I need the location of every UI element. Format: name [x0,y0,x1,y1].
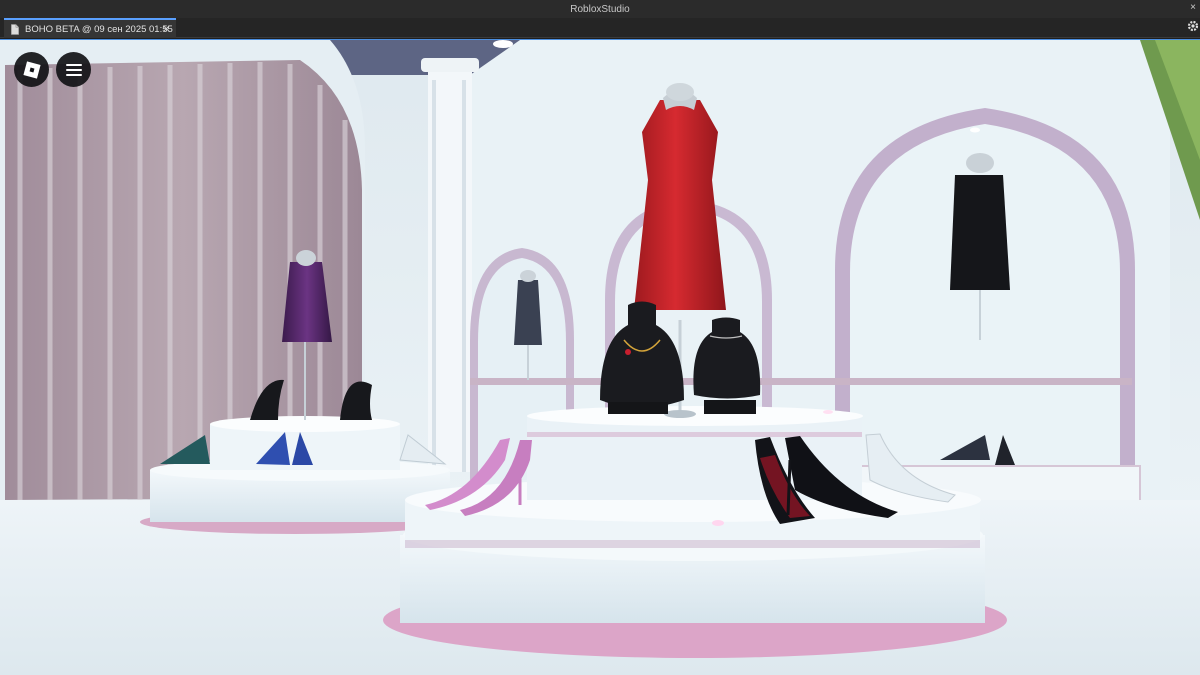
roblox-logo-icon [22,60,41,79]
tab-bar: BOHO BETA @ 09 сен 2025 01:55 × [0,18,1200,38]
tab-place-file[interactable]: BOHO BETA @ 09 сен 2025 01:55 × [4,18,176,38]
hamburger-icon [65,63,82,76]
game-viewport[interactable] [0,39,1200,675]
wall-shelf [470,378,1132,385]
window-title: RobloxStudio [570,3,630,15]
gear-icon[interactable] [1187,20,1199,32]
window-titlebar: RobloxStudio × [0,0,1200,18]
roblox-logo-button[interactable] [14,52,49,87]
tab-label: BOHO BETA @ 09 сен 2025 01:55 [25,23,173,35]
window-close-button[interactable]: × [1190,2,1196,13]
boutique-scene [0,40,1200,675]
document-icon [11,23,19,35]
menu-button[interactable] [56,52,91,87]
tab-close-button[interactable]: × [162,22,171,35]
